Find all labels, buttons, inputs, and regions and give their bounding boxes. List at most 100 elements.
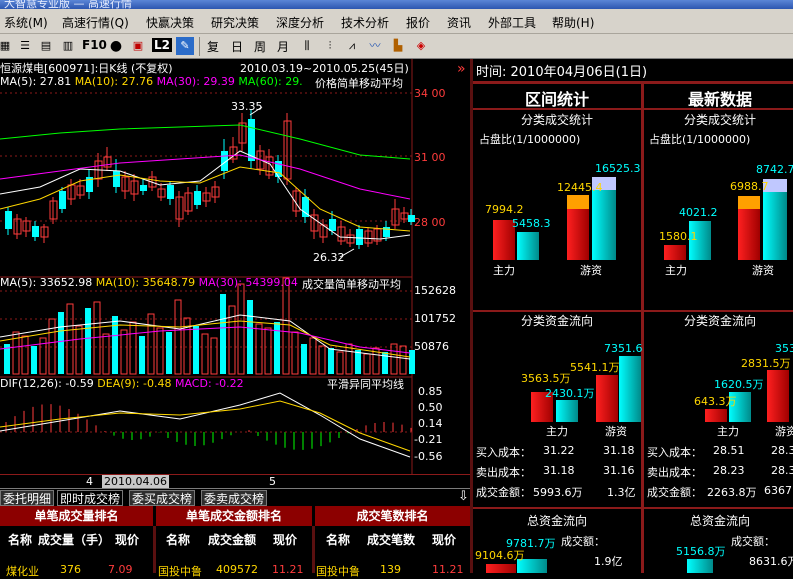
sell-cost-b: 31.16 [603, 464, 635, 477]
row-name-3[interactable]: 国投中鲁 [316, 563, 360, 579]
volume-bar [102, 333, 110, 375]
flow-lbl-hot-r: 游资 [775, 425, 793, 438]
table-icon[interactable]: ▤ [37, 37, 55, 55]
buy-cost-a: 31.22 [543, 444, 575, 457]
collapse-icon[interactable]: » [457, 61, 466, 77]
menu-system[interactable]: 系统(M) [4, 14, 48, 31]
macd-tick-1: 0.85 [418, 385, 443, 398]
menu-external-tools[interactable]: 外部工具 [488, 14, 536, 31]
price-tick-31: 31 00 [414, 151, 446, 164]
flow-title-left: 分类资金流向 [520, 314, 593, 328]
grid-icon[interactable]: ▦ [0, 37, 14, 55]
trade-stat-title-right: 分类成交统计 [683, 113, 756, 127]
tab-realtime-deals[interactable]: 即时成交榜 [57, 490, 124, 506]
menu-realtime[interactable]: 高速行情(Q) [62, 14, 129, 31]
buy-cost-b: 31.18 [603, 444, 635, 457]
volume-bar [21, 335, 29, 375]
flow-hot-red-r [767, 370, 789, 422]
volume-bar [220, 294, 226, 374]
volume-bar [282, 277, 290, 375]
x-month-5: 5 [269, 475, 276, 488]
export-icon[interactable]: ◈ [412, 37, 430, 55]
candle-body [167, 185, 174, 199]
toolbar-separator [199, 37, 200, 56]
ma-title: 价格简单移动平均 [315, 77, 403, 90]
ratio-label-left: 占盘比(1/1000000) [479, 133, 581, 146]
rank-divider [153, 526, 156, 573]
x-month-4: 4 [86, 475, 93, 488]
col-volume: 成交量（手） [38, 533, 111, 547]
menu-help[interactable]: 帮助(H) [552, 14, 594, 31]
lbl-c-r: 6988.7 [730, 180, 769, 193]
buy-cost-label-r: 买入成本： [647, 446, 702, 459]
volume-bar [147, 313, 155, 375]
flow-main-red-r [705, 409, 727, 422]
report-icon[interactable]: ▥ [59, 37, 77, 55]
row-name-2[interactable]: 国投中鲁 [158, 563, 202, 579]
menu-tech-analysis[interactable]: 技术分析 [341, 14, 389, 31]
total-amount-value-r: 8631.6万 [749, 555, 793, 568]
kline-chart-area[interactable]: 恒源煤电[600971]:日K线 (不复权) 2010.03.19~2010.0… [0, 59, 470, 474]
row-price-3: 11.21 [432, 563, 464, 576]
row-volume: 376 [60, 563, 81, 576]
tab-order-detail[interactable]: 委托明细 [0, 490, 55, 506]
row-name-1[interactable]: 煤化业 [6, 563, 39, 579]
period-day-button[interactable]: 日 [231, 38, 243, 55]
doc-icon[interactable]: ▣ [129, 37, 147, 55]
candle-body [140, 185, 147, 191]
bar-icon[interactable]: ⫶ [321, 37, 339, 55]
kline-icon[interactable]: ⫼ [298, 37, 316, 55]
f10-button[interactable]: F10 [82, 38, 107, 52]
row-amount: 409572 [216, 563, 258, 576]
period-month-button[interactable]: 月 [277, 38, 289, 55]
flow-a-r: 643.3万 [694, 395, 737, 408]
time-label: 时间: 2010年04月06日(1日) [476, 65, 648, 80]
list-icon[interactable]: ☰ [16, 37, 34, 55]
menu-news[interactable]: 资讯 [447, 14, 471, 31]
macd-title: 平滑异同平均线 [327, 378, 404, 391]
buy-cost-a-r: 28.51 [713, 444, 745, 457]
menu-quote[interactable]: 报价 [406, 14, 430, 31]
vol-ma5-label: MA(5): 33652.98 [0, 276, 93, 289]
volume-bar [291, 331, 299, 375]
macd-tick-4: -0.21 [414, 433, 443, 446]
high-label: 33.35 [231, 100, 263, 113]
flow-b-r: 1620.5万 [714, 378, 764, 391]
menu-quick-decision[interactable]: 快赢决策 [146, 14, 194, 31]
menu-deep-analysis[interactable]: 深度分析 [276, 14, 324, 31]
price-tick-28: 28 00 [414, 216, 446, 229]
bottom-tabs: 委托明细 即时成交榜 委买成交榜 委卖成交榜 ⇩ [0, 488, 470, 506]
lbl-main-r: 主力 [665, 264, 687, 277]
vol-tick-2: 101752 [414, 312, 456, 325]
lbl-a-r: 1580.1 [659, 230, 698, 243]
vol-ma10-label: MA(10): 35648.79 [95, 276, 196, 289]
ma60-line [0, 124, 411, 160]
total-flow-title-right: 总资金流向 [689, 514, 750, 528]
flow-lbl-hot: 游资 [605, 425, 627, 438]
line-chart-icon[interactable]: 〰 [366, 37, 384, 55]
volume-bar [174, 299, 182, 375]
tools-icon[interactable]: ✎ [176, 37, 194, 55]
amount-a: 5993.6万 [533, 486, 583, 499]
histogram-icon[interactable]: ▙ [389, 37, 407, 55]
l2-button[interactable]: L2 [152, 38, 172, 52]
row-count: 139 [380, 563, 401, 576]
volume-bar [255, 323, 263, 375]
tab-buy-deals[interactable]: 委买成交榜 [129, 490, 196, 506]
amount-b: 1.3亿 [607, 486, 636, 499]
rank-divider [312, 526, 315, 573]
lbl-d-r: 8742.7 [756, 163, 793, 176]
menu-research[interactable]: 研究决策 [211, 14, 259, 31]
volume-bar [237, 283, 245, 375]
divider [473, 507, 793, 509]
tab-sell-deals[interactable]: 委卖成交榜 [201, 490, 268, 506]
expand-icon[interactable]: ⇩ [458, 489, 469, 504]
macd-tick-3: 0.14 [418, 417, 443, 430]
dea-line [0, 400, 411, 452]
trend-icon[interactable]: ⩘ [343, 37, 361, 55]
ball-icon[interactable]: ● [107, 37, 125, 55]
period-week-button[interactable]: 周 [254, 38, 266, 55]
period-restore-button[interactable]: 复 [207, 38, 219, 55]
sell-cost-a-r: 28.23 [713, 464, 745, 477]
flow-hot-cyan [619, 356, 641, 422]
